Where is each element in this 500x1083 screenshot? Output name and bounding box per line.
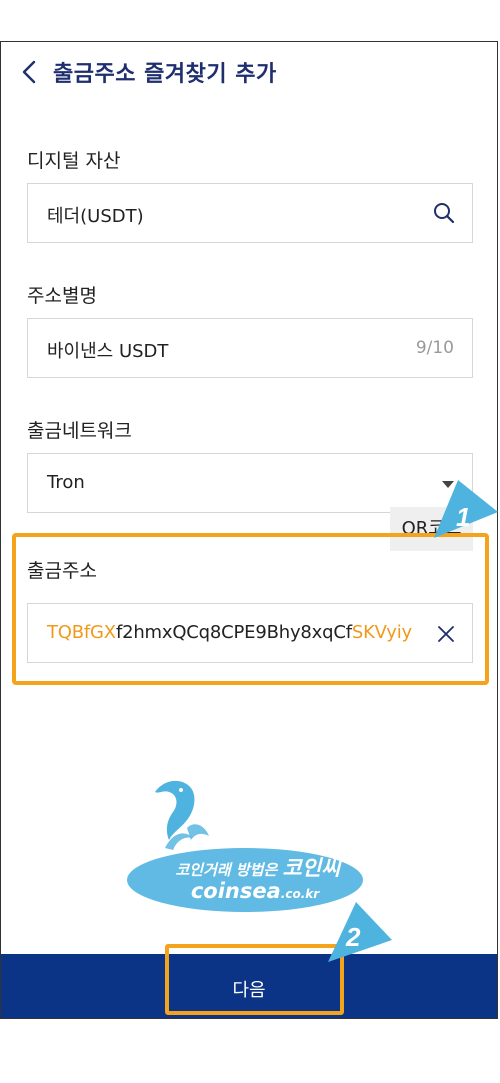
nickname-value: 바이낸스 USDT <box>47 341 169 362</box>
next-button-label: 다음 <box>232 980 266 1001</box>
step-2-number: 2 <box>345 922 361 952</box>
header: 출금주소 즐겨찾기 추가 <box>1 42 497 102</box>
page-title: 출금주소 즐겨찾기 추가 <box>53 62 277 87</box>
watermark-domain-tld: .co.kr <box>280 887 320 901</box>
asset-select[interactable]: 테더(USDT) <box>27 183 473 243</box>
step-2-arrow: 2 <box>328 902 392 962</box>
nickname-input[interactable]: 바이낸스 USDT 9/10 <box>27 318 473 378</box>
address-prefix: TQBfGX <box>47 622 116 643</box>
address-input[interactable]: TQBfGXf2hmxQCq8CPE9Bhy8xqCfSKVyiy <box>27 603 473 663</box>
clear-icon[interactable] <box>436 624 456 644</box>
network-value: Tron <box>47 472 85 493</box>
watermark-small-text: 코인거래 방법은 <box>175 861 278 879</box>
back-arrow-icon[interactable] <box>19 60 41 84</box>
step-1-number: 1 <box>456 502 470 532</box>
next-button[interactable]: 다음 <box>1 954 497 1018</box>
network-label: 출금네트워크 <box>27 420 132 442</box>
address-value: TQBfGXf2hmxQCq8CPE9Bhy8xqCfSKVyiy <box>47 622 412 643</box>
asset-value: 테더(USDT) <box>47 206 144 227</box>
char-counter: 9/10 <box>415 338 454 358</box>
network-select[interactable]: Tron <box>27 453 473 513</box>
address-suffix: SKVyiy <box>351 622 413 643</box>
address-label: 출금주소 <box>27 560 97 582</box>
nickname-label: 주소별명 <box>27 285 97 307</box>
watermark-domain: coinsea <box>190 879 281 903</box>
search-icon[interactable] <box>432 201 456 225</box>
watermark-brand-text: 코인씨 <box>282 856 341 880</box>
asset-label: 디지털 자산 <box>27 150 121 172</box>
address-middle: f2hmxQCq8CPE9Bhy8xqCf <box>115 622 352 643</box>
step-1-arrow: 1 <box>434 480 498 538</box>
watermark-line1: 코인거래 방법은 코인씨 <box>153 852 363 882</box>
